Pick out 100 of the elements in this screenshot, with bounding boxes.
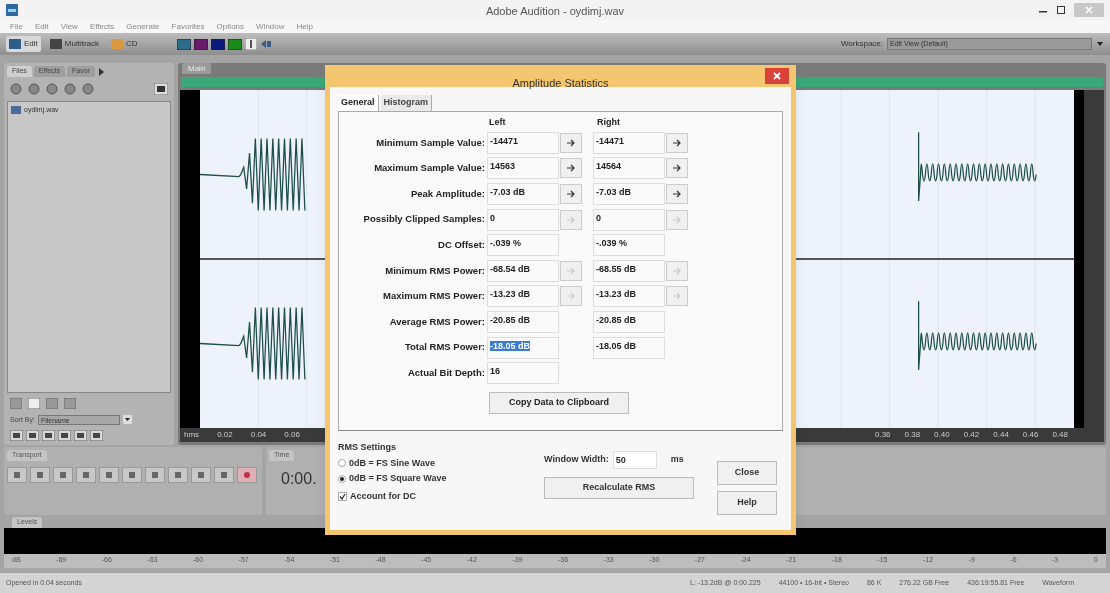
value-field[interactable]: -7.03 dB: [593, 183, 665, 205]
field-label: DC Offset:: [437, 238, 486, 253]
jump-button[interactable]: [560, 184, 582, 204]
transport-icon[interactable]: [99, 466, 119, 483]
menu-item[interactable]: Generate: [126, 22, 160, 31]
column-header: Right: [597, 116, 620, 129]
transport-icon[interactable]: [191, 466, 211, 483]
arrow-icon: [672, 138, 682, 147]
time-ruler-label: 0.38: [904, 429, 921, 441]
value-field[interactable]: -14471: [487, 131, 559, 154]
value-field[interactable]: 16: [487, 362, 559, 385]
recalculate-button[interactable]: Recalculate RMS: [544, 477, 694, 499]
menu-item[interactable]: Window: [256, 22, 285, 31]
value-field[interactable]: -18.05 dB: [593, 336, 665, 359]
value-field[interactable]: -13.23 dB: [593, 285, 665, 308]
transport-icon[interactable]: [76, 466, 96, 483]
view-option-icon[interactable]: [58, 429, 71, 441]
transport-icon[interactable]: [145, 466, 165, 483]
time-ruler-label: 0.06: [284, 429, 300, 441]
value-field[interactable]: -14471: [593, 131, 665, 154]
file-tool-icon[interactable]: [154, 83, 168, 95]
field-label: Possibly Clipped Samples:: [362, 212, 486, 227]
radio-label: 0dB = FS Square Wave: [349, 472, 447, 485]
app-icon[interactable]: [6, 4, 18, 16]
tool-icon[interactable]: [227, 38, 242, 50]
value-field[interactable]: -.039 %: [487, 234, 559, 257]
value-field[interactable]: -7.03 dB: [487, 183, 559, 205]
window-title: Adobe Audition - oydimj.wav: [485, 5, 625, 17]
time-ruler-label: 0.46: [1022, 429, 1039, 441]
transport-icon[interactable]: [168, 466, 188, 483]
tool-icon[interactable]: [176, 38, 191, 50]
dialog-tab[interactable]: General: [338, 95, 379, 111]
transport-icon[interactable]: [7, 466, 27, 483]
checkbox[interactable]: [338, 491, 347, 501]
view-option-icon[interactable]: [26, 429, 39, 441]
tool-icon[interactable]: [244, 38, 257, 50]
value-field[interactable]: 0: [593, 208, 665, 231]
view-option-icon[interactable]: [10, 429, 23, 441]
menu-item[interactable]: File: [10, 22, 23, 31]
arrow-icon: [672, 164, 682, 173]
copy-button[interactable]: Copy Data to Clipboard: [489, 391, 629, 414]
transport-icon[interactable]: [53, 466, 73, 483]
unit-label: ms: [670, 453, 684, 467]
field-label: Window Width:: [544, 453, 609, 467]
jump-button[interactable]: [666, 132, 688, 153]
arrow-icon: [672, 292, 682, 301]
view-option-icon[interactable]: [74, 429, 87, 441]
time-ruler-label: 0.04: [250, 429, 267, 441]
view-option-icon[interactable]: [42, 429, 55, 441]
value-field[interactable]: -20.85 dB: [487, 310, 559, 333]
transport-icon[interactable]: [214, 466, 234, 483]
dialog-tab[interactable]: Histogram: [380, 95, 433, 111]
dialog-title: Amplitude Statistics: [512, 77, 609, 89]
menu-item[interactable]: Edit: [34, 22, 49, 31]
jump-button[interactable]: [666, 158, 688, 179]
value-field[interactable]: -20.85 dB: [593, 310, 665, 333]
arrow-icon: [672, 190, 682, 198]
view-option-icon[interactable]: [90, 429, 103, 441]
tool-icon[interactable]: [193, 38, 208, 50]
view-button[interactable]: Multitrack: [46, 36, 103, 52]
value-field[interactable]: 14563: [487, 157, 559, 180]
field-label: Minimum RMS Power:: [384, 263, 486, 278]
value-field[interactable]: 0: [487, 208, 559, 231]
menu-item[interactable]: Effects: [89, 22, 115, 31]
dialog-button[interactable]: Help: [717, 491, 777, 515]
menu-item[interactable]: Favorites: [171, 22, 205, 31]
dialog-button[interactable]: Close: [717, 461, 777, 485]
value-field[interactable]: -68.55 dB: [593, 259, 665, 282]
dropdown-arrow-icon[interactable]: [1096, 40, 1104, 48]
view-button[interactable]: Edit: [6, 36, 41, 52]
radio-button[interactable]: [338, 474, 346, 483]
tool-icon[interactable]: [210, 38, 225, 50]
value-field[interactable]: -.039 %: [593, 234, 665, 257]
menu-item[interactable]: Options: [216, 22, 245, 31]
value-field[interactable]: 14564: [593, 157, 665, 180]
maximize-icon[interactable]: [1056, 5, 1066, 15]
close-icon[interactable]: [765, 68, 789, 84]
jump-button[interactable]: [560, 132, 582, 153]
menu-item[interactable]: View: [60, 22, 78, 31]
arrow-icon: [566, 292, 576, 301]
time-ruler-label: 0.02: [217, 429, 233, 441]
transport-icon[interactable]: [30, 466, 50, 483]
menu-item[interactable]: Help: [296, 22, 313, 31]
view-icon[interactable]: [49, 39, 62, 49]
value-field[interactable]: -18.05 dB: [487, 336, 559, 359]
audio-file-icon[interactable]: [11, 106, 21, 115]
transport-icon[interactable]: [237, 466, 257, 483]
jump-button[interactable]: [666, 184, 688, 204]
transport-icon[interactable]: [122, 466, 142, 483]
field-label: Peak Amplitude:: [409, 186, 486, 201]
time-ruler-label: 0.36: [874, 429, 891, 441]
tool-icon[interactable]: [259, 39, 272, 49]
window-width-field[interactable]: 50: [612, 451, 657, 469]
value-field[interactable]: -68.54 dB: [487, 259, 559, 282]
view-button[interactable]: CD: [108, 36, 141, 52]
dropdown-arrow-icon[interactable]: [122, 415, 132, 425]
jump-button[interactable]: [560, 158, 582, 179]
value-field[interactable]: -13.23 dB: [487, 285, 559, 308]
radio-button[interactable]: [338, 459, 346, 468]
field-label: Maximum Sample Value:: [373, 161, 486, 176]
